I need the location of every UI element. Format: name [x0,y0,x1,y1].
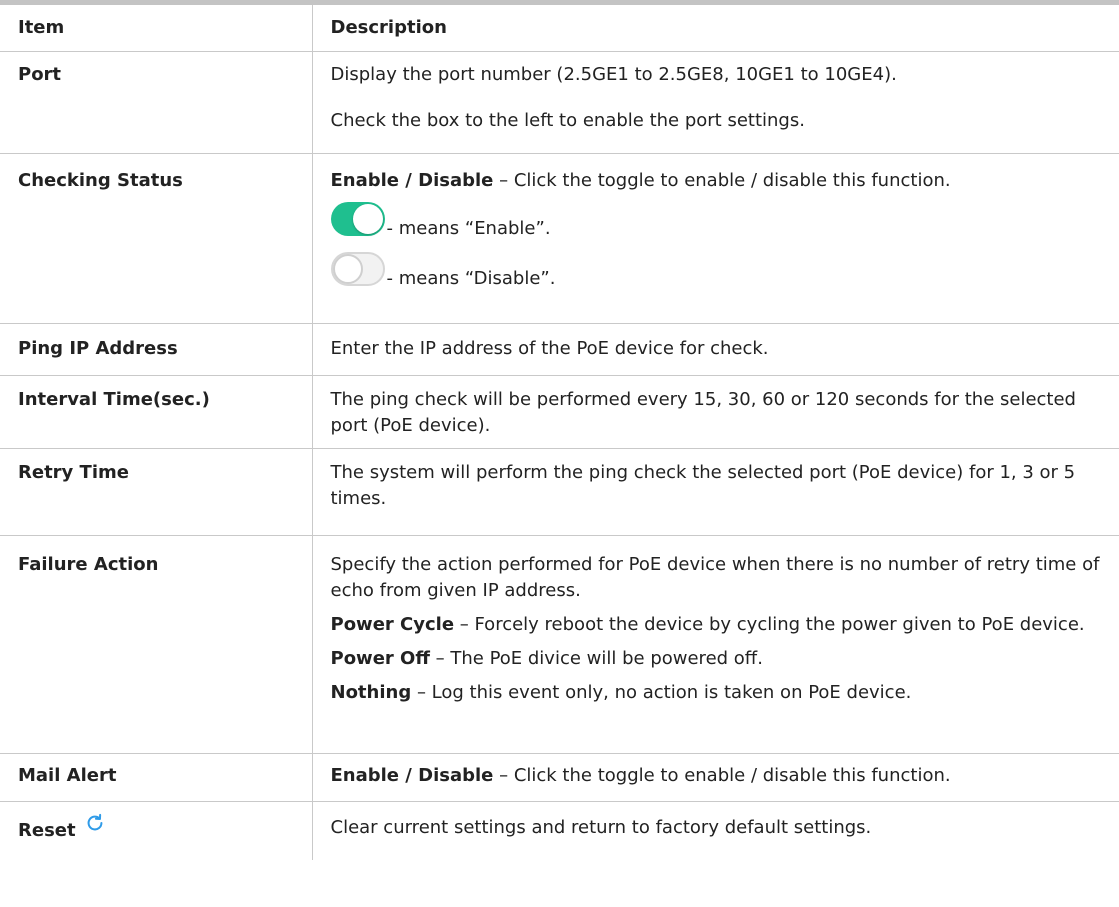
description-reset: Clear current settings and return to fac… [311,801,1119,860]
table-row-ping-ip: Ping IP Address Enter the IP address of … [0,323,1119,376]
reset-label: Reset [18,820,76,841]
refresh-icon [87,813,103,831]
description-port: Display the port number (2.5GE1 to 2.5GE… [311,51,1119,154]
toggle-disable-example: - means “Disable”. [330,248,1106,290]
item-reset: Reset [0,802,312,860]
table-header-row: Item Description [0,2,1119,52]
description-retry-time: The system will perform the ping check t… [311,448,1119,536]
power-off-text: – The PoE divice will be powered off. [429,648,763,669]
power-cycle-bold: Power Cycle [330,614,455,635]
toggle-enable-example: - means “Enable”. [330,198,1106,240]
port-checkbox-note: Check the box to the left to enable the … [330,110,805,131]
item-checking-status: Checking Status [0,153,312,324]
toggle-on-icon [330,202,385,236]
description-column-header: Description [311,2,1119,52]
item-retry-time: Retry Time [0,448,312,536]
failure-power-cycle: Power Cycle – Forcely reboot the device … [331,612,1106,638]
item-port: Port [0,51,312,154]
mail-alert-bold: Enable / Disable [330,765,494,786]
port-description-text: Display the port number (2.5GE1 to 2.5GE… [330,64,897,85]
table-row-failure-action: Failure Action Specify the action perfor… [0,535,1119,754]
table-row-mail-alert: Mail Alert Enable / Disable – Click the … [0,753,1119,802]
description-mail-alert: Enable / Disable – Click the toggle to e… [311,753,1119,802]
failure-action-text: Specify the action performed for PoE dev… [330,554,1100,601]
mail-alert-text: – Click the toggle to enable / disable t… [493,765,951,786]
toggle-off-icon [330,252,385,286]
power-cycle-text: – Forcely reboot the device by cycling t… [454,614,1085,635]
item-mail-alert: Mail Alert [0,753,312,802]
description-checking-status: Enable / Disable – Click the toggle to e… [311,153,1119,324]
description-table: Item Description Port Display the port n… [0,0,1119,860]
toggle-enable-label: - means “Enable”. [386,218,551,239]
failure-nothing: Nothing – Log this event only, no action… [331,680,1106,706]
description-failure-action: Specify the action performed for PoE dev… [311,535,1119,754]
toggle-disable-label: - means “Disable”. [386,268,556,289]
failure-power-off: Power Off – The PoE divice will be power… [331,646,1106,672]
table-row-retry-time: Retry Time The system will perform the p… [0,448,1119,536]
table-row-port: Port Display the port number (2.5GE1 to … [0,51,1119,154]
checking-status-bold: Enable / Disable [330,170,494,191]
table-row-checking-status: Checking Status Enable / Disable – Click… [0,153,1119,324]
table-row-interval-time: Interval Time(sec.) The ping check will … [0,375,1119,449]
item-failure-action: Failure Action [0,535,312,754]
nothing-bold: Nothing [330,682,412,703]
item-ping-ip: Ping IP Address [0,323,312,376]
checking-status-text: Enable / Disable – Click the toggle to e… [331,168,1106,194]
item-column-header: Item [0,2,312,52]
description-ping-ip: Enter the IP address of the PoE device f… [311,323,1119,376]
checking-status-rest: – Click the toggle to enable / disable t… [493,170,951,191]
power-off-bold: Power Off [330,648,430,669]
table-row-reset: Reset Clear current settings and return … [0,801,1119,860]
nothing-text: – Log this event only, no action is take… [411,682,912,703]
description-interval-time: The ping check will be performed every 1… [311,375,1119,449]
item-interval-time: Interval Time(sec.) [0,375,312,449]
